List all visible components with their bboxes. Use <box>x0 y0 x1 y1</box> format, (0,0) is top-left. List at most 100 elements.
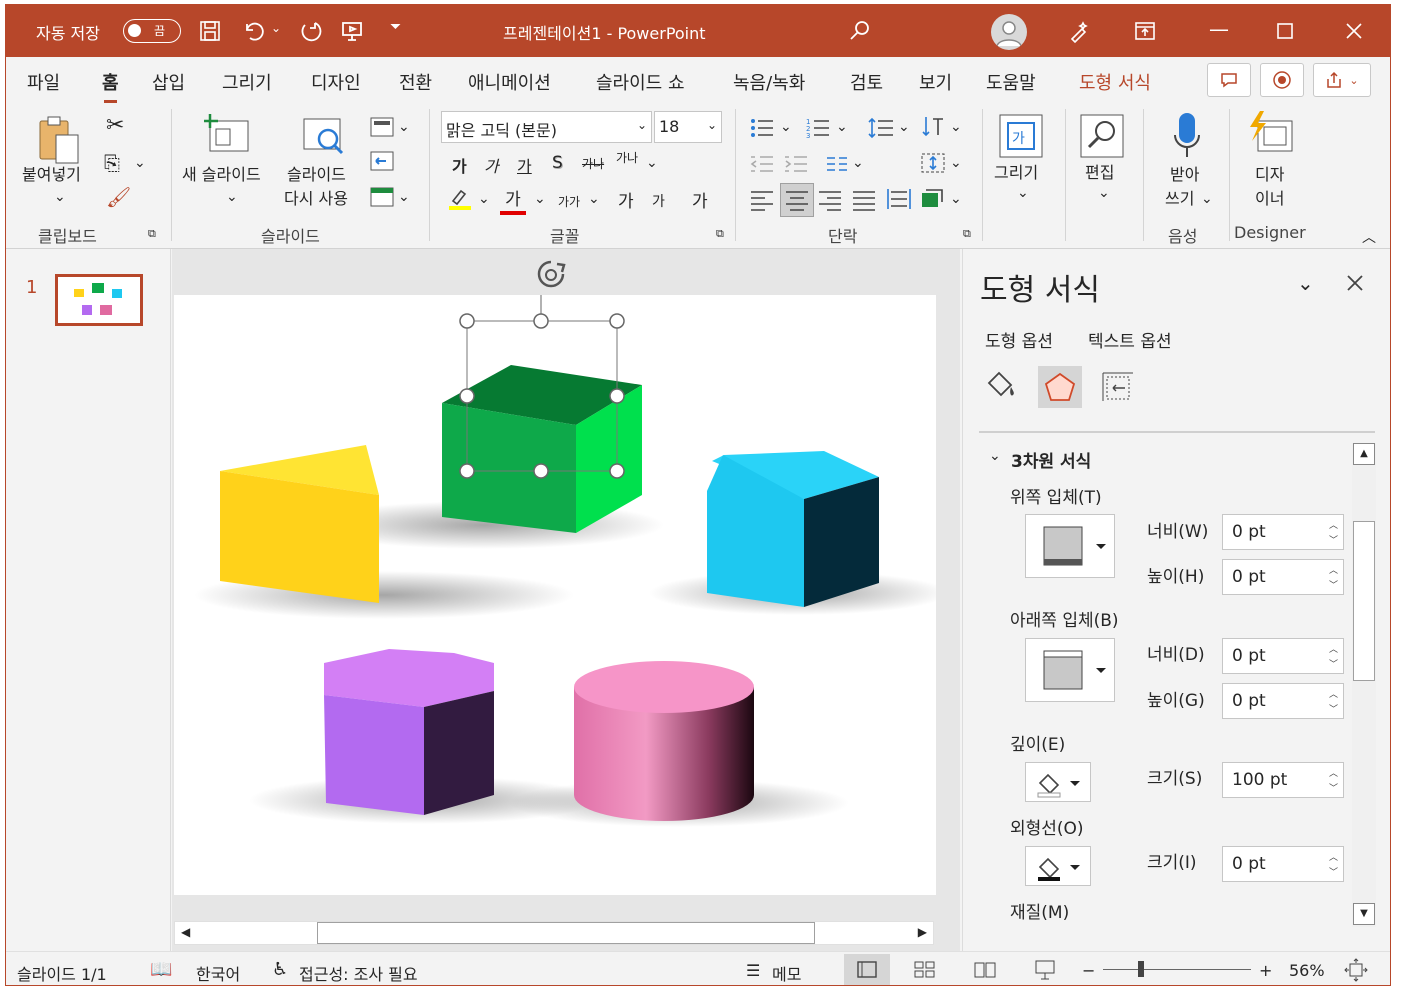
spin-down-icon[interactable]: ﹀ <box>1329 578 1338 591</box>
shrink-font-button[interactable]: 가 <box>652 191 665 211</box>
text-options-tab[interactable]: 텍스트 옵션 <box>1088 327 1172 352</box>
justify-icon[interactable] <box>852 189 876 215</box>
ribbon-display-icon[interactable] <box>1131 17 1159 45</box>
text-direction-dropdown-icon[interactable]: ⌄ <box>950 119 962 135</box>
top-height-input[interactable]: 0 pt ︿ ﹀ <box>1222 559 1344 595</box>
new-slide-dropdown-icon[interactable]: ⌄ <box>226 189 238 205</box>
clipboard-launcher-icon[interactable]: ⧉ <box>148 227 156 241</box>
spin-down-icon[interactable]: ﹀ <box>1329 781 1338 794</box>
char-spacing-dropdown-icon[interactable]: ⌄ <box>646 155 658 171</box>
zoom-level[interactable]: 56% <box>1289 961 1325 980</box>
reuse-slides-label-2[interactable]: 다시 사용 <box>284 187 348 211</box>
tab-design[interactable]: 디자인 <box>311 69 361 95</box>
pane-vertical-scrollbar[interactable]: ▲ ▼ <box>1352 443 1376 927</box>
minimize-icon[interactable]: — <box>1209 17 1229 41</box>
dictate-label-1[interactable]: 받아 <box>1170 163 1199 187</box>
tab-draw[interactable]: 그리기 <box>222 69 272 95</box>
italic-button[interactable]: 가 <box>484 153 499 177</box>
reuse-slides-label-1[interactable]: 슬라이드 <box>287 163 346 187</box>
size-properties-icon[interactable] <box>1099 369 1135 403</box>
bullets-icon[interactable] <box>750 117 774 143</box>
top-width-input[interactable]: 0 pt ︿ ﹀ <box>1222 514 1344 550</box>
align-left-icon[interactable] <box>750 189 774 215</box>
format-painter-icon[interactable]: 🖌 <box>106 185 131 209</box>
spin-up-icon[interactable]: ︿ <box>1329 850 1338 863</box>
tab-record[interactable]: 녹음/녹화 <box>733 69 805 95</box>
dictate-dropdown-icon[interactable]: ⌄ <box>1201 191 1213 207</box>
contour-color-picker[interactable] <box>1025 846 1091 886</box>
scroll-right-icon[interactable]: ▶ <box>918 925 927 939</box>
text-direction-icon[interactable] <box>920 115 946 143</box>
line-spacing-icon[interactable] <box>868 117 894 143</box>
zoom-slider-track[interactable] <box>1103 969 1251 970</box>
comments-button[interactable] <box>1207 63 1251 97</box>
spin-down-icon[interactable]: ﹀ <box>1329 702 1338 715</box>
designer-icon[interactable] <box>1246 111 1296 159</box>
scroll-down-icon[interactable]: ▼ <box>1353 903 1375 925</box>
notes-icon[interactable]: ☰ <box>746 961 760 980</box>
language-status[interactable]: 한국어 <box>196 961 240 985</box>
paragraph-launcher-icon[interactable]: ⧉ <box>963 227 971 241</box>
font-name-combo[interactable]: 맑은 고딕 (본문) ⌄ <box>441 111 652 143</box>
collapse-ribbon-icon[interactable]: ︿ <box>1362 227 1376 247</box>
accessibility-icon[interactable]: ♿ <box>272 959 288 980</box>
contour-size-input[interactable]: 0 pt ︿ ﹀ <box>1222 846 1344 882</box>
edit-label[interactable]: 편집 <box>1085 161 1114 185</box>
change-case-button[interactable]: 가가 <box>558 193 580 210</box>
paste-label[interactable]: 붙여넣기 <box>22 163 81 187</box>
bold-button[interactable]: 가 <box>452 153 467 177</box>
spin-up-icon[interactable]: ︿ <box>1329 518 1338 531</box>
spin-down-icon[interactable]: ﹀ <box>1329 865 1338 878</box>
columns-dropdown-icon[interactable]: ⌄ <box>852 155 864 171</box>
slide-1[interactable] <box>174 295 949 895</box>
paste-icon[interactable] <box>36 115 82 169</box>
redo-icon[interactable] <box>296 17 324 45</box>
highlight-dropdown-icon[interactable]: ⌄ <box>478 191 490 207</box>
smartart-icon[interactable] <box>920 187 946 215</box>
accessibility-status[interactable]: 접근성: 조사 필요 <box>299 961 418 985</box>
char-spacing-button[interactable]: 가나 <box>616 149 638 166</box>
3d-format-section[interactable]: 3차원 서식 <box>1011 447 1091 472</box>
designer-label-1[interactable]: 디자 <box>1255 163 1284 187</box>
reuse-slides-icon[interactable] <box>302 115 348 163</box>
font-size-combo[interactable]: 18 ⌄ <box>654 111 722 143</box>
grow-font-button[interactable]: 가 <box>618 187 634 212</box>
scroll-left-icon[interactable]: ◀ <box>181 925 190 939</box>
tab-transitions[interactable]: 전환 <box>399 69 432 95</box>
align-text-icon[interactable] <box>920 151 946 179</box>
tab-review[interactable]: 검토 <box>850 69 883 95</box>
spin-down-icon[interactable]: ﹀ <box>1329 533 1338 546</box>
line-spacing-dropdown-icon[interactable]: ⌄ <box>898 119 910 135</box>
font-color-dropdown-icon[interactable]: ⌄ <box>534 191 546 207</box>
clear-format-button[interactable]: 가 <box>692 187 708 212</box>
zoom-in-icon[interactable]: + <box>1259 961 1272 980</box>
spin-up-icon[interactable]: ︿ <box>1329 642 1338 655</box>
autosave-toggle[interactable]: 끔 <box>123 19 181 43</box>
scrollbar-thumb[interactable] <box>317 922 815 944</box>
layout-dropdown-icon[interactable]: ⌄ <box>398 119 410 135</box>
horizontal-scrollbar[interactable]: ◀ ▶ <box>174 921 934 945</box>
paste-dropdown-icon[interactable]: ⌄ <box>54 189 66 205</box>
shadow-button[interactable]: S <box>552 153 563 173</box>
spin-up-icon[interactable]: ︿ <box>1329 687 1338 700</box>
notes-button[interactable]: 메모 <box>772 961 801 985</box>
tab-insert[interactable]: 삽입 <box>152 69 185 95</box>
new-slide-icon[interactable] <box>204 113 250 157</box>
slide-sorter-icon[interactable] <box>914 961 936 979</box>
close-pane-icon[interactable] <box>1347 275 1363 291</box>
align-right-icon[interactable] <box>818 189 842 215</box>
bottom-height-input[interactable]: 0 pt ︿ ﹀ <box>1222 683 1344 719</box>
tab-slideshow[interactable]: 슬라이드 쇼 <box>596 69 685 95</box>
font-launcher-icon[interactable]: ⧉ <box>716 227 724 241</box>
strikethrough-button[interactable]: 가나 <box>582 155 604 172</box>
decrease-indent-icon[interactable] <box>750 153 774 179</box>
designer-label-2[interactable]: 이너 <box>1255 187 1284 211</box>
present-icon[interactable] <box>338 17 366 45</box>
close-icon[interactable] <box>1340 17 1368 45</box>
pane-options-chevron-icon[interactable]: ⌄ <box>1297 271 1314 295</box>
tab-animations[interactable]: 애니메이션 <box>468 69 551 95</box>
section-chevron-icon[interactable]: ⌄ <box>989 448 1001 464</box>
copy-icon[interactable]: ⎘ <box>104 151 120 175</box>
scroll-up-icon[interactable]: ▲ <box>1353 443 1375 465</box>
align-text-dropdown-icon[interactable]: ⌄ <box>950 155 962 171</box>
